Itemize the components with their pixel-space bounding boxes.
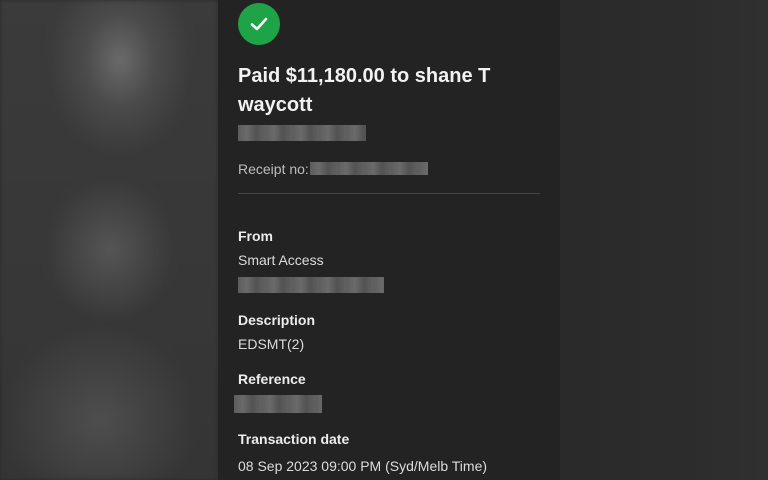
payment-title: Paid $11,180.00 to shane T waycott	[238, 65, 491, 116]
redacted-from-account	[238, 277, 384, 293]
reference-label: Reference	[238, 371, 306, 387]
divider	[238, 193, 540, 194]
redacted-account-line	[238, 125, 366, 141]
background-right	[560, 0, 768, 480]
transaction-date-label: Transaction date	[238, 431, 350, 447]
blurred-background-left	[0, 0, 218, 480]
receipt-screen: Paid $11,180.00 to shane T waycott Recei…	[218, 0, 560, 480]
receipt-number-label: Receipt no:	[238, 161, 309, 177]
redacted-receipt-number	[310, 162, 428, 175]
success-check-icon	[238, 3, 280, 45]
redacted-reference	[234, 395, 322, 413]
check-icon	[250, 17, 268, 31]
from-label: From	[238, 228, 273, 244]
description-value: EDSMT(2)	[238, 336, 305, 352]
from-value: Smart Access	[238, 252, 324, 268]
transaction-date-value: 08 Sep 2023 09:00 PM (Syd/Melb Time)	[238, 458, 488, 474]
description-label: Description	[238, 312, 316, 328]
